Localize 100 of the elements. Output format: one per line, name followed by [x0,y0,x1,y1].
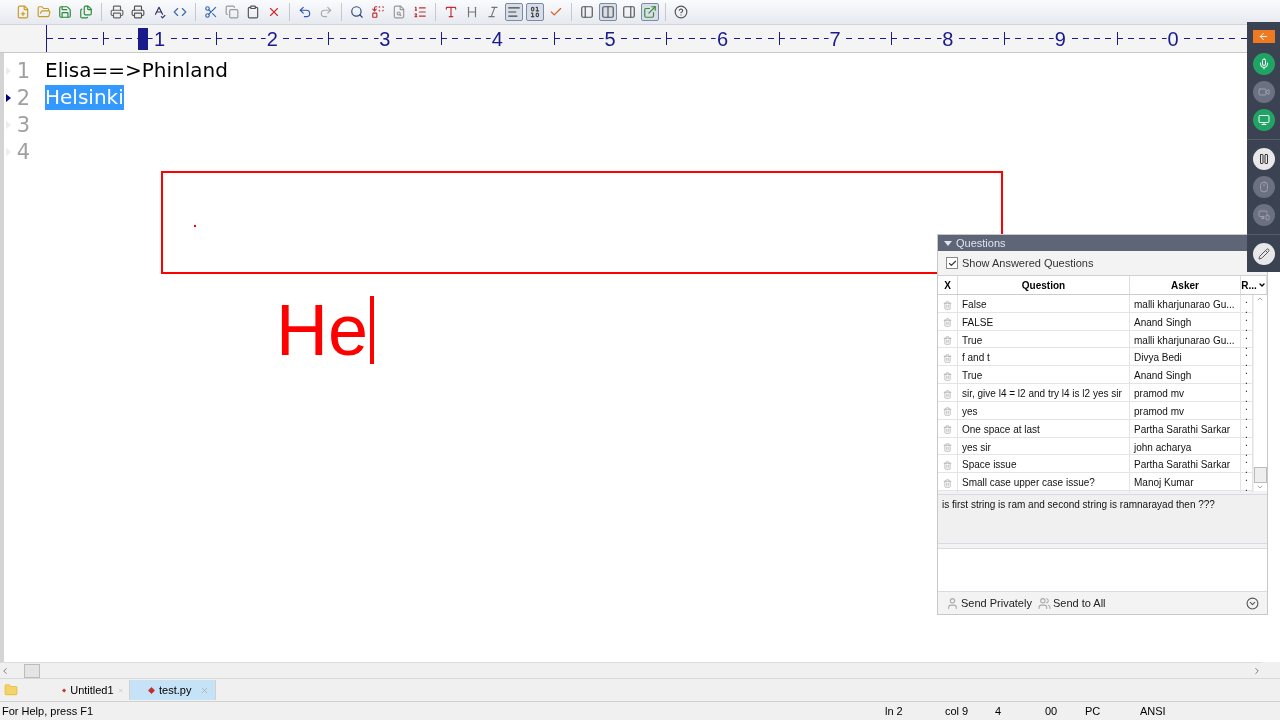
scroll-right-icon[interactable] [1252,665,1262,676]
reply-field[interactable] [938,548,1267,592]
word-wrap-button[interactable] [505,3,523,21]
split-view-icon [601,5,615,19]
scroll-thumb[interactable] [24,663,40,678]
mouse-icon [1257,181,1270,193]
panel-button[interactable] [578,3,596,21]
save-all-button[interactable] [77,3,95,21]
camera-button[interactable] [1252,81,1275,103]
monitor-button[interactable] [1252,109,1275,131]
scroll-thumb[interactable] [1253,467,1267,483]
pause-button[interactable] [1252,148,1275,170]
trash-icon[interactable] [943,478,952,488]
question-preview: is first string is ram and second string is ramnarayad then ??? [942,499,1216,512]
trash-icon[interactable] [943,371,952,381]
trash-icon[interactable] [943,389,952,399]
collapse-triangle-icon[interactable] [944,240,952,246]
output-panel-button[interactable] [620,3,638,21]
code-icon [173,5,187,19]
save-button[interactable] [56,3,74,21]
question-cell: True [958,330,1130,351]
mouse-button[interactable] [1252,176,1275,198]
scroll-down-icon[interactable] [1256,483,1265,491]
table-cell: .. [1241,473,1253,494]
options-icon[interactable] [1246,596,1259,610]
table-cell: .. [1241,384,1253,405]
question-cell: False [958,295,1130,315]
asker-cell: Divya Bedi [1130,348,1241,369]
window-icon [643,5,657,19]
file-icon [148,686,155,694]
horizontal-scrollbar[interactable] [0,662,1262,678]
send-button[interactable]: Send Privately [946,596,1032,610]
camera-icon [1257,86,1270,98]
question-cell: sir, give l4 = l2 and try l4 is l2 yes sir [958,384,1130,405]
column-header[interactable]: Question [958,276,1130,294]
trash-icon[interactable] [943,300,952,310]
asker-cell: Partha Sarathi Sarkar [1130,455,1241,476]
microphone-icon [1257,58,1270,70]
dropdown-icon[interactable] [1257,281,1266,289]
checkbox[interactable] [946,257,958,269]
search-button[interactable] [348,3,366,21]
trash-icon[interactable] [943,336,952,346]
scroll-up-icon[interactable] [1256,295,1265,303]
print-icon [131,5,145,19]
panel-title: Questions [956,237,1006,249]
pencil-icon [1257,248,1270,260]
column-header[interactable]: R... [1241,276,1267,294]
line-number: 2 [15,85,30,110]
question-cell: yes sir [958,437,1130,458]
print-preview-button[interactable] [108,3,126,21]
status-field: ln 2 [885,705,945,717]
trash-icon[interactable] [943,443,952,452]
window-button[interactable] [641,3,659,21]
send-button[interactable]: Send to All [1037,596,1106,610]
help-button[interactable] [672,3,690,21]
column-header[interactable]: Asker [1130,276,1241,294]
print-preview-icon [110,5,124,19]
asker-cell: Anand Singh [1130,366,1241,387]
screens-button[interactable] [1252,204,1275,226]
text-cursor [370,296,375,364]
person-icon [946,596,959,610]
paste-icon [246,5,260,19]
table-cell: .. [1241,295,1253,315]
asker-cell: pramod mv [1130,384,1241,405]
back-button[interactable] [1252,30,1275,43]
redo-icon [319,5,333,19]
new-file-icon [16,5,30,19]
asker-cell: Manoj Kumar [1130,473,1241,494]
status-field: 4 [995,705,1045,717]
trash-icon[interactable] [943,407,952,417]
pencil-button[interactable] [1252,243,1275,265]
question-cell: True [958,366,1130,387]
column-header[interactable]: X [938,276,958,294]
find-in-files-icon [392,5,406,19]
trash-icon[interactable] [943,318,952,328]
trash-icon[interactable] [943,460,952,470]
monitor-icon [1257,114,1270,126]
italic-icon [486,5,500,19]
trash-icon[interactable] [943,353,952,363]
trash-icon[interactable] [943,425,952,435]
status-field: ANSI [1140,705,1280,717]
file-tab[interactable]: test.py [130,680,216,700]
microphone-button[interactable] [1252,53,1275,75]
line-numbers-button[interactable] [526,3,544,21]
pause-icon [1257,153,1270,165]
question-cell: Small case upper case issue? [958,473,1130,494]
print-button[interactable] [129,3,147,21]
replace-button[interactable] [369,3,387,21]
split-view-button[interactable] [599,3,617,21]
font-icon [444,5,458,19]
question-cell: yes [958,401,1130,422]
goto-line-icon [413,5,427,19]
question-cell: f and t [958,348,1130,369]
status-field: PC [1085,705,1140,717]
cut-icon [204,5,218,19]
question-cell: FALSE [958,312,1130,333]
search-icon [350,5,364,19]
line-numbers-icon [528,5,542,19]
panel-icon [580,5,594,19]
scroll-left-icon[interactable] [0,665,10,676]
